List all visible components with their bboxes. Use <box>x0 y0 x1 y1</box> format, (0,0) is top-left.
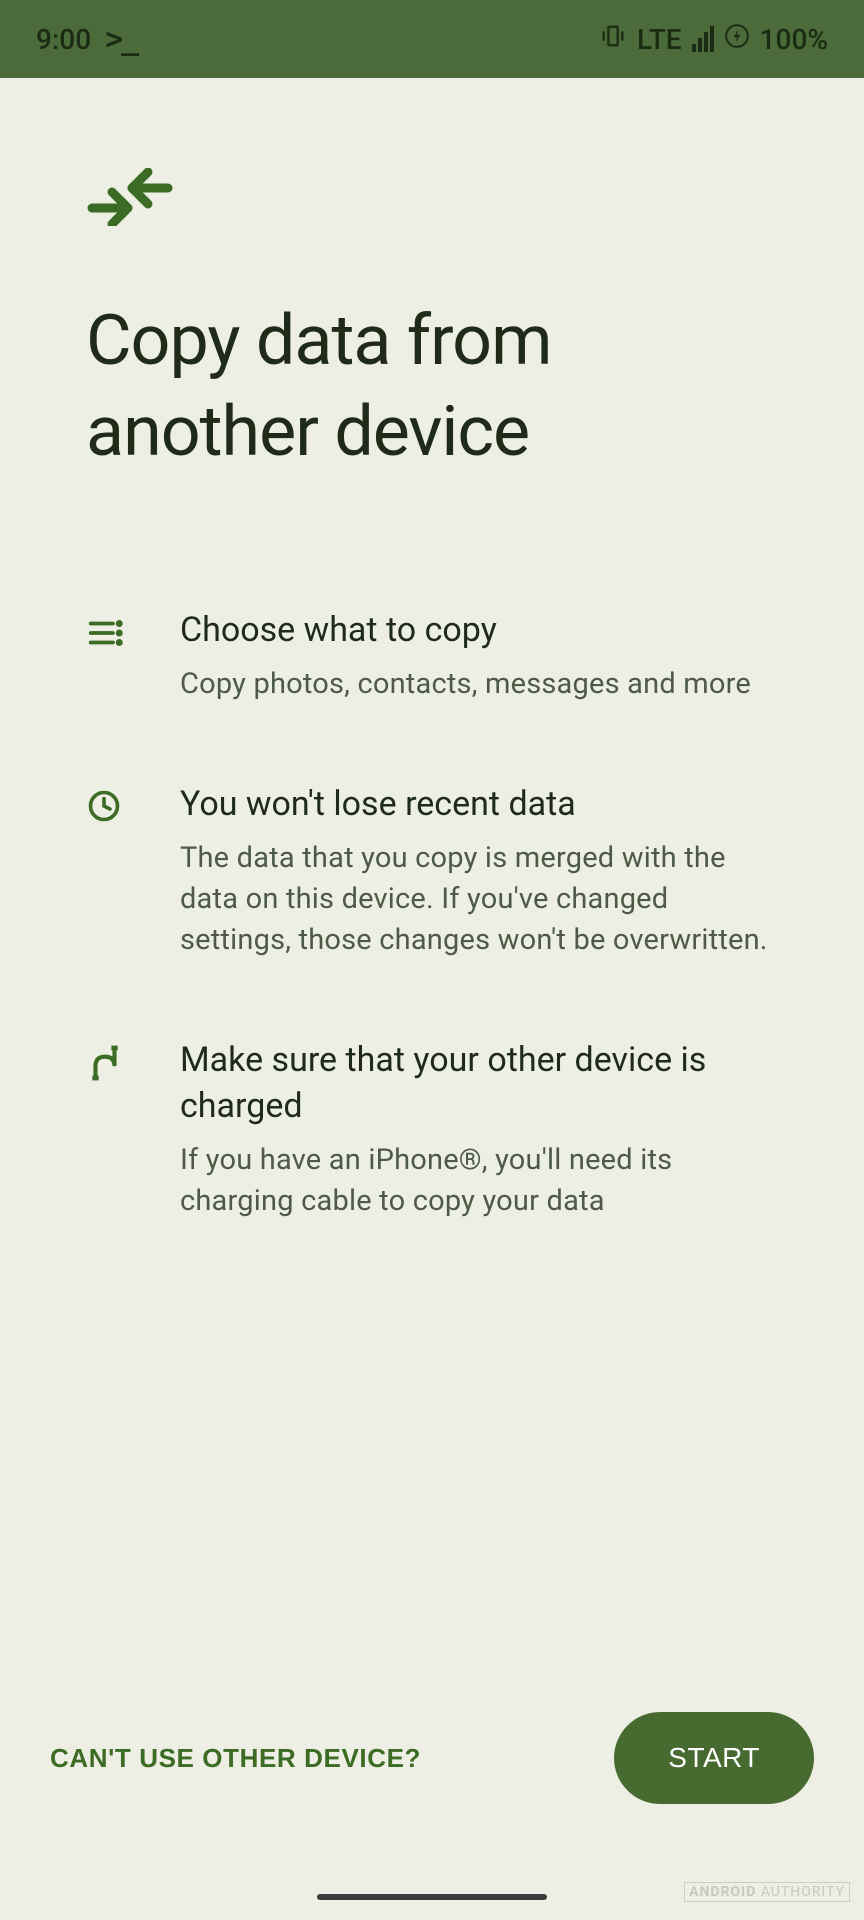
info-item-charge: Make sure that your other device is char… <box>86 1038 784 1221</box>
terminal-icon: >_ <box>105 22 137 57</box>
main-content: Copy data from another device Choose wha… <box>0 78 864 1712</box>
info-desc: The data that you copy is merged with th… <box>180 838 784 960</box>
nav-handle[interactable] <box>317 1894 547 1900</box>
info-title: Make sure that your other device is char… <box>180 1038 784 1130</box>
watermark: ANDROID AUTHORITY <box>684 1882 850 1902</box>
signal-icon <box>692 26 714 52</box>
vibrate-icon <box>599 22 627 57</box>
page-title: Copy data from another device <box>86 296 784 478</box>
battery-icon <box>724 23 750 56</box>
cable-icon <box>86 1038 126 1086</box>
info-title: Choose what to copy <box>180 608 784 654</box>
status-bar: 9:00 >_ LTE 100% <box>0 0 864 78</box>
status-left: 9:00 >_ <box>36 22 137 57</box>
clock-icon <box>86 782 126 828</box>
status-time: 9:00 <box>36 23 91 56</box>
footer: CAN'T USE OTHER DEVICE? START <box>0 1712 864 1894</box>
status-right: LTE 100% <box>599 22 828 57</box>
start-button[interactable]: START <box>614 1712 814 1804</box>
network-label: LTE <box>637 23 682 56</box>
cant-use-device-button[interactable]: CAN'T USE OTHER DEVICE? <box>50 1743 421 1774</box>
info-item-keep-data: You won't lose recent data The data that… <box>86 782 784 960</box>
list-icon <box>86 608 126 656</box>
info-desc: If you have an iPhone®, you'll need its … <box>180 1140 784 1221</box>
transfer-arrows-icon <box>86 168 174 226</box>
info-desc: Copy photos, contacts, messages and more <box>180 664 784 705</box>
info-title: You won't lose recent data <box>180 782 784 828</box>
info-item-choose: Choose what to copy Copy photos, contact… <box>86 608 784 704</box>
battery-level: 100% <box>760 23 828 56</box>
info-list: Choose what to copy Copy photos, contact… <box>86 608 784 1221</box>
